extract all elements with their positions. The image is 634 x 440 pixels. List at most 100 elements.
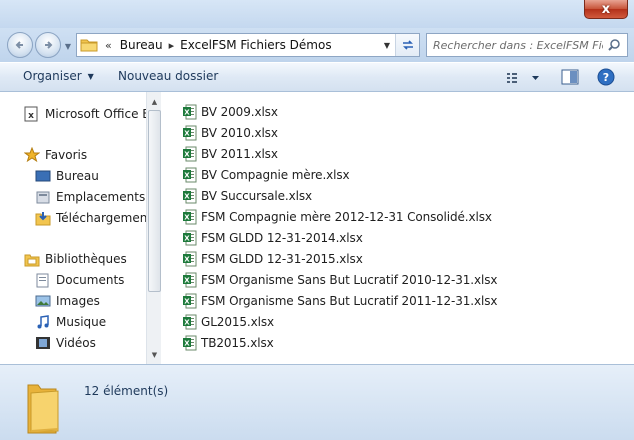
forward-arrow-icon xyxy=(45,41,53,49)
chevron-down-icon[interactable]: ▼ xyxy=(379,34,395,56)
item-count: 12 élément(s) xyxy=(84,384,169,398)
main-area: x Microsoft Office Ex Favoris Bureau Emp… xyxy=(0,92,634,364)
libraries-icon xyxy=(24,251,40,267)
excel-file-icon: X xyxy=(183,272,197,288)
svg-text:X: X xyxy=(184,298,190,306)
breadcrumb-separator[interactable]: ▸ xyxy=(169,39,175,52)
address-history-chevron[interactable]: « xyxy=(105,39,112,52)
view-list-icon xyxy=(507,73,539,83)
desktop-icon xyxy=(35,168,51,184)
excel-file-icon: X xyxy=(183,188,197,204)
svg-text:X: X xyxy=(184,235,190,243)
breadcrumb-bureau[interactable]: Bureau xyxy=(120,38,163,52)
nav-item-libraries[interactable]: Bibliothèques xyxy=(24,249,161,269)
svg-text:X: X xyxy=(184,319,190,327)
scroll-down-icon[interactable]: ▼ xyxy=(148,347,161,362)
svg-text:X: X xyxy=(184,277,190,285)
file-row[interactable]: X BV 2009.xlsx xyxy=(183,102,278,122)
nav-item-label: Documents xyxy=(56,273,125,287)
file-row[interactable]: X TB2015.xlsx xyxy=(183,333,274,353)
excel-file-icon: X xyxy=(183,104,197,120)
file-row[interactable]: X FSM Compagnie mère 2012-12-31 Consolidé… xyxy=(183,207,492,227)
excel-file-icon: X xyxy=(183,167,197,183)
back-arrow-icon xyxy=(15,41,23,49)
chevron-down-icon: ▼ xyxy=(87,71,94,81)
excel-file-icon: X xyxy=(183,230,197,246)
file-row[interactable]: X GL2015.xlsx xyxy=(183,312,274,332)
refresh-icon xyxy=(402,40,413,50)
breadcrumb-current-folder[interactable]: ExcelFSM Fichiers Démos xyxy=(180,38,331,52)
file-name: FSM GLDD 12-31-2014.xlsx xyxy=(201,231,363,245)
nav-item-recent-places[interactable]: Emplacements ré xyxy=(35,187,161,207)
nav-item-videos[interactable]: Vidéos xyxy=(35,333,161,353)
search-box[interactable] xyxy=(426,33,628,57)
recent-places-icon xyxy=(35,189,51,205)
file-row[interactable]: X FSM Organisme Sans But Lucratif 2010-12… xyxy=(183,270,497,290)
nav-item-label: Microsoft Office Ex xyxy=(45,107,157,121)
back-button[interactable] xyxy=(7,32,33,58)
folder-icon xyxy=(27,384,59,434)
nav-item-label: Vidéos xyxy=(56,336,96,350)
file-row[interactable]: X BV Compagnie mère.xlsx xyxy=(183,165,350,185)
downloads-icon xyxy=(35,210,51,226)
file-row[interactable]: X FSM GLDD 12-31-2015.xlsx xyxy=(183,249,363,269)
preview-pane-button[interactable] xyxy=(561,69,579,85)
excel-file-icon: X xyxy=(183,146,197,162)
title-bar: x xyxy=(0,0,634,28)
nav-item-label: Bibliothèques xyxy=(45,252,127,266)
nav-item-label: Bureau xyxy=(56,169,99,183)
nav-item-pictures[interactable]: Images xyxy=(35,291,161,311)
help-icon: ? xyxy=(597,68,615,86)
svg-text:X: X xyxy=(184,172,190,180)
file-row[interactable]: X BV 2011.xlsx xyxy=(183,144,278,164)
file-row[interactable]: X FSM Organisme Sans But Lucratif 2011-12… xyxy=(183,291,497,311)
scroll-up-icon[interactable]: ▲ xyxy=(148,94,161,109)
file-name: GL2015.xlsx xyxy=(201,315,275,329)
nav-item-favorites[interactable]: Favoris xyxy=(24,145,161,165)
star-icon xyxy=(24,146,41,163)
excel-file-icon: X xyxy=(183,335,197,351)
address-bar[interactable]: « Bureau ▸ ExcelFSM Fichiers Démos ▼ xyxy=(76,33,420,57)
file-row[interactable]: X BV 2010.xlsx xyxy=(183,123,278,143)
forward-button[interactable] xyxy=(35,32,61,58)
organize-button[interactable]: Organiser ▼ xyxy=(23,69,94,83)
excel-file-icon: X xyxy=(183,209,197,225)
nav-item-music[interactable]: Musique xyxy=(35,312,161,332)
nav-item-label: Images xyxy=(56,294,100,308)
nav-item-downloads[interactable]: Téléchargements xyxy=(35,208,161,228)
close-button[interactable]: x xyxy=(584,0,628,19)
nav-scrollbar[interactable]: ▲ ▼ xyxy=(146,92,161,364)
pane-splitter[interactable] xyxy=(161,92,175,364)
nav-item-documents[interactable]: Documents xyxy=(35,270,161,290)
recent-pages-dropdown[interactable]: ▼ xyxy=(63,42,73,52)
search-input[interactable] xyxy=(433,38,603,52)
new-folder-button[interactable]: Nouveau dossier xyxy=(118,69,218,83)
svg-text:X: X xyxy=(184,130,190,138)
file-name: BV 2009.xlsx xyxy=(201,105,278,119)
svg-text:X: X xyxy=(184,109,190,117)
svg-text:?: ? xyxy=(603,71,609,84)
view-options-button[interactable] xyxy=(505,71,545,85)
documents-icon xyxy=(35,272,51,288)
search-icon[interactable] xyxy=(607,38,621,52)
help-button[interactable]: ? xyxy=(597,68,615,86)
file-name: BV Compagnie mère.xlsx xyxy=(201,168,350,182)
file-name: TB2015.xlsx xyxy=(201,336,274,350)
nav-item-label: Favoris xyxy=(45,148,88,162)
folder-icon xyxy=(80,38,98,52)
excel-app-icon: x xyxy=(24,106,40,122)
file-row[interactable]: X BV Succursale.xlsx xyxy=(183,186,312,206)
nav-item-label: Musique xyxy=(56,315,107,329)
refresh-button[interactable] xyxy=(395,34,419,56)
nav-item-microsoft-office-excel[interactable]: x Microsoft Office Ex xyxy=(24,104,161,124)
file-list: X BV 2009.xlsx X BV 2010.xlsx X BV 2011.xlsx X… xyxy=(175,92,634,364)
file-name: FSM Organisme Sans But Lucratif 2010-12-… xyxy=(201,273,498,287)
organize-label: Organiser xyxy=(23,69,82,83)
nav-item-desktop[interactable]: Bureau xyxy=(35,166,161,186)
file-name: FSM Organisme Sans But Lucratif 2011-12-… xyxy=(201,294,498,308)
scroll-thumb[interactable] xyxy=(148,110,161,292)
svg-text:X: X xyxy=(184,214,190,222)
svg-text:X: X xyxy=(184,193,190,201)
file-row[interactable]: X FSM GLDD 12-31-2014.xlsx xyxy=(183,228,363,248)
file-name: FSM GLDD 12-31-2015.xlsx xyxy=(201,252,363,266)
